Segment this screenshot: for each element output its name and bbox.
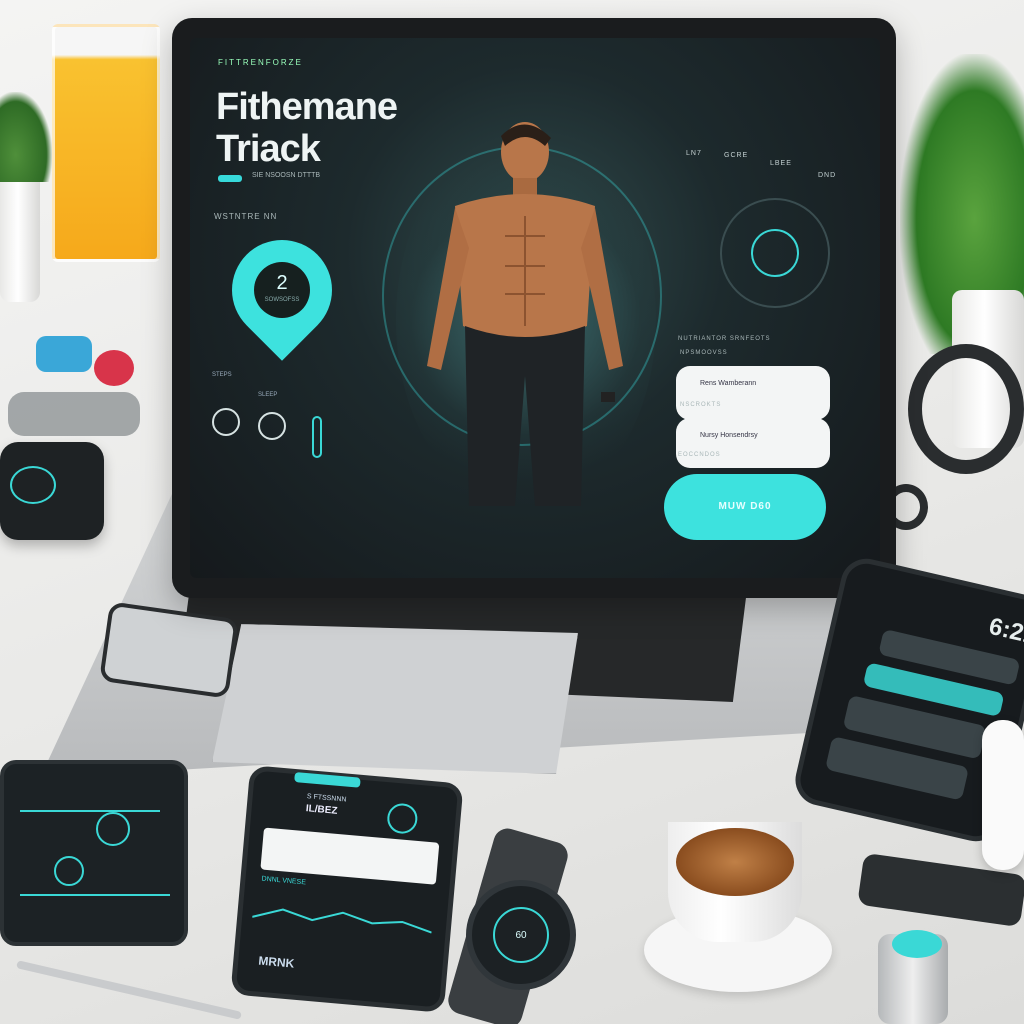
athlete-figure [427, 122, 623, 506]
red-ear-plug [94, 350, 134, 386]
laptop-trackpad [212, 624, 578, 774]
form-label-1: NUTRIANTOR SRNFEOTS [678, 336, 771, 342]
sync-icon [751, 229, 799, 277]
watch-ring: 60 [493, 907, 549, 963]
nav-item-2[interactable]: GCRE [724, 152, 748, 159]
pin-value: 2 [276, 272, 288, 294]
app-kicker: FITTRENFORZE [218, 58, 303, 67]
blue-ear-plug [36, 336, 92, 372]
smartwatch: 60 [466, 880, 576, 990]
tablet-left [0, 760, 188, 946]
accent-tag [218, 175, 242, 182]
watch-face-value: 60 [515, 929, 527, 941]
form-label-3: NSCROKTS [680, 402, 722, 408]
phone-chart [251, 908, 432, 934]
app-tagline: SIE NSOOSN DTTTB [252, 172, 321, 179]
earbud-case-ring [10, 466, 56, 504]
phone-row: DNNL VNESE [261, 875, 307, 887]
smartphone-center: S FTSSNNN IL/BEZ DNNL VNESE MRNK [230, 765, 464, 1013]
second-field[interactable]: Nursy Honsendrsy [676, 418, 830, 468]
tablet-chart-line-2 [20, 894, 170, 896]
black-coaster-ring [908, 344, 1024, 474]
pin-counter: 2 SOWSOFSS [254, 262, 310, 318]
form-label-2: NPSMOOVSS [680, 350, 728, 356]
app-title: Fithemane Triack [216, 86, 398, 170]
plant-pot-left [0, 166, 40, 302]
tablet-chart-line [20, 810, 160, 812]
tablet-ring-2 [54, 856, 84, 886]
pin-caption: SOWSOFSS [264, 297, 300, 303]
app-title-line2: Triack [216, 128, 321, 170]
grey-clips [8, 392, 140, 436]
icon-label-steps: STEPS [212, 372, 232, 378]
phone-footer: MRNK [257, 953, 295, 971]
white-remote [982, 720, 1024, 870]
form-label-4: EOCCNDOS [678, 452, 721, 458]
body-figure-icon[interactable] [312, 416, 322, 458]
sync-emblem[interactable] [720, 198, 830, 308]
cta-button[interactable]: MUW D60 [664, 474, 826, 540]
phone-time: 6:21 [986, 612, 1024, 650]
phone-header-bar [294, 772, 361, 788]
section-label: WSTNTRE NN [214, 212, 278, 221]
latte-art [676, 828, 794, 896]
phone-value: IL/BEZ [305, 803, 338, 817]
phone-white-card[interactable] [260, 827, 440, 885]
orange-juice-glass [52, 24, 160, 262]
name-field[interactable]: Rens Wamberann [676, 366, 830, 420]
icon-label-sleep: SLEEP [258, 392, 278, 398]
phone-ring [386, 802, 419, 835]
app-title-line1: Fithemane [216, 86, 398, 128]
sleep-icon[interactable] [258, 412, 286, 440]
steps-icon[interactable] [212, 408, 240, 436]
nav-item-4[interactable]: DND [818, 172, 836, 179]
tablet-ring-1 [96, 812, 130, 846]
phone-header: S FTSSNNN [306, 793, 347, 804]
pen [16, 960, 242, 1020]
nav-item-1[interactable]: LN7 [686, 150, 702, 157]
plant-leaves-left [0, 92, 52, 182]
bottle-cap [892, 930, 942, 958]
nav-item-3[interactable]: LBEE [770, 160, 792, 167]
